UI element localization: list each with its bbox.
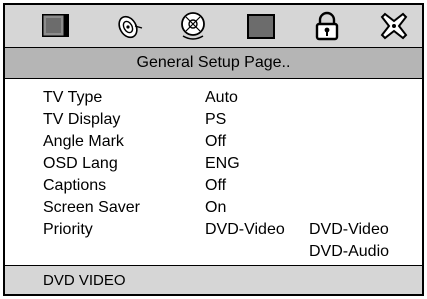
status-text: DVD VIDEO	[43, 271, 126, 289]
setting-value[interactable]: Off	[205, 175, 226, 197]
setting-label: Screen Saver	[43, 199, 140, 216]
exit-icon-graphic	[380, 12, 408, 40]
setting-row-osd-lang[interactable]: OSD Lang ENG	[5, 153, 422, 175]
setting-value[interactable]: ENG	[205, 153, 240, 175]
setting-row-screen-saver[interactable]: Screen Saver On	[5, 197, 422, 219]
setup-menu-window: General Setup Page.. TV Type Auto TV Dis…	[3, 3, 424, 296]
priority-option-dvd-audio[interactable]: DVD-Audio	[309, 241, 389, 263]
exit-icon[interactable]	[378, 10, 410, 42]
screen-icon[interactable]	[245, 10, 277, 42]
priority-option-dvd-video[interactable]: DVD-Video	[309, 219, 389, 241]
setting-label: OSD Lang	[43, 155, 118, 172]
setting-row-tv-type[interactable]: TV Type Auto	[5, 87, 422, 109]
setting-label: Priority	[43, 221, 93, 238]
lock-icon-graphic	[315, 11, 339, 41]
setting-row-angle-mark[interactable]: Angle Mark Off	[5, 131, 422, 153]
setting-row-tv-display[interactable]: TV Display PS	[5, 109, 422, 131]
setting-row-priority-submenu: DVD-Audio	[5, 241, 422, 263]
disc-icon-graphic	[181, 12, 205, 40]
setting-value[interactable]: DVD-Video	[205, 219, 285, 241]
disc-icon[interactable]	[177, 10, 209, 42]
lock-icon[interactable]	[311, 10, 343, 42]
icon-toolbar	[5, 5, 422, 47]
screen-icon-graphic	[247, 14, 275, 39]
page-title: General Setup Page..	[136, 54, 291, 71]
settings-list: TV Type Auto TV Display PS Angle Mark Of…	[5, 79, 422, 265]
setting-label: Captions	[43, 177, 107, 194]
speaker-icon[interactable]	[113, 10, 145, 42]
setting-label: TV Type	[43, 89, 103, 106]
setting-row-priority[interactable]: Priority DVD-Video DVD-Video	[5, 219, 422, 241]
status-bar: DVD VIDEO	[5, 265, 422, 294]
setting-value[interactable]: Auto	[205, 87, 238, 109]
setting-label: TV Display	[43, 111, 121, 128]
setting-value[interactable]: On	[205, 197, 226, 219]
tv-icon[interactable]	[40, 10, 72, 42]
page-title-bar: General Setup Page..	[5, 47, 422, 79]
speaker-icon-graphic	[118, 15, 143, 39]
setting-label: Angle Mark	[43, 133, 124, 150]
tv-icon-graphic	[42, 14, 69, 37]
setting-row-captions[interactable]: Captions Off	[5, 175, 422, 197]
setting-value[interactable]: Off	[205, 131, 226, 153]
setting-value[interactable]: PS	[205, 109, 226, 131]
